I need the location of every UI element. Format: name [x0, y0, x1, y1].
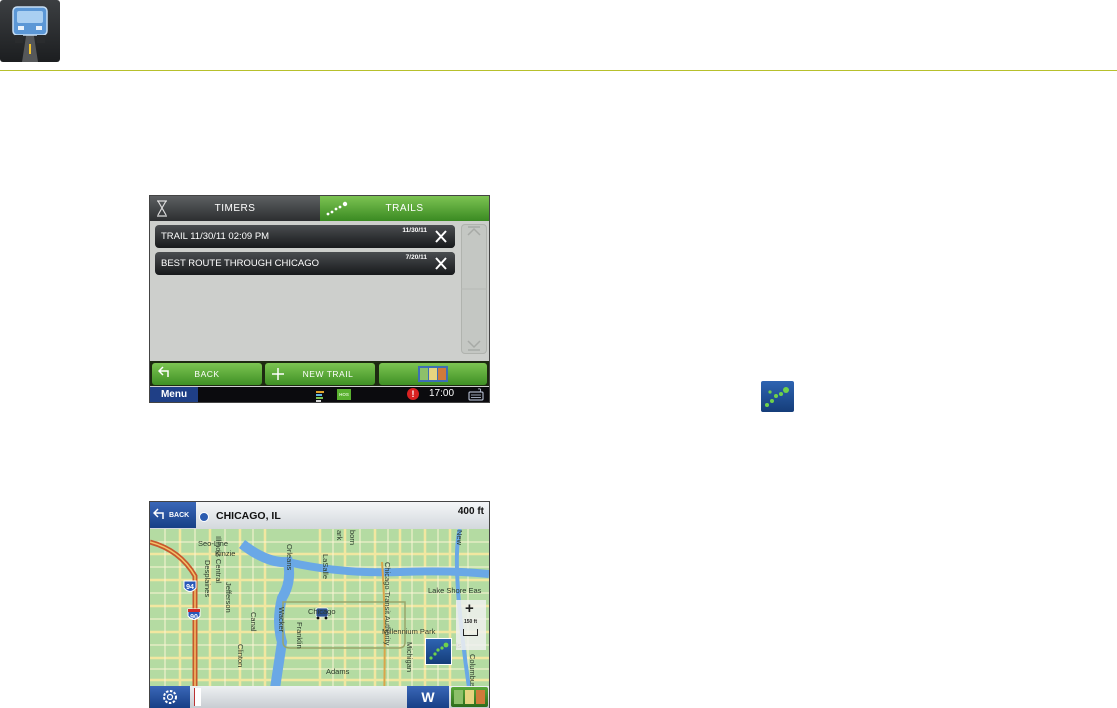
heading-label: W: [421, 689, 435, 705]
road-label: born: [348, 530, 357, 546]
road-label: Millennium Park: [382, 627, 436, 636]
trail-item[interactable]: BEST ROUTE THROUGH CHICAGO 7/20/11: [155, 252, 455, 275]
map-back-label: BACK: [169, 512, 190, 519]
map-header: BACK CHICAGO, IL 400 ft: [150, 502, 489, 529]
tab-trails[interactable]: TRAILS: [320, 196, 489, 221]
plus-icon: [272, 368, 284, 380]
road-label: Jefferson: [224, 582, 233, 613]
trail-dots-icon: [326, 200, 348, 220]
road-label: Columbus: [468, 654, 477, 688]
back-button[interactable]: BACK: [152, 363, 262, 385]
interstate-90-label: 90: [190, 614, 198, 621]
tab-timers-label: TIMERS: [214, 203, 256, 214]
map-location-title: CHICAGO, IL: [216, 510, 281, 522]
alert-icon[interactable]: !: [407, 388, 419, 400]
trail-name: BEST ROUTE THROUGH CHICAGO: [161, 258, 319, 269]
scroll-down-icon[interactable]: [467, 340, 481, 351]
bottom-toolbar: BACK NEW TRAIL: [150, 361, 489, 386]
scroll-up-icon[interactable]: [467, 226, 481, 236]
signal-bars-icon: [316, 389, 324, 402]
close-icon: [435, 257, 447, 270]
road-label: Desplaines: [203, 560, 212, 598]
road-label: Chicago: [308, 607, 336, 616]
compass-heading[interactable]: W: [407, 686, 449, 708]
map-back-button[interactable]: BACK: [150, 502, 196, 528]
tab-trails-label: TRAILS: [385, 203, 424, 214]
trails-screen: TIMERS TRAILS TRAIL 11/30/11 02:09 PM 11…: [150, 196, 489, 402]
road-label: Franklin: [295, 622, 304, 649]
trail-date: 7/20/11: [405, 254, 427, 261]
map-bottom-bar: W: [150, 686, 489, 708]
new-trail-label: NEW TRAIL: [302, 369, 354, 379]
back-button-label: BACK: [194, 369, 220, 379]
hourglass-icon: [156, 200, 168, 220]
trail-dots-icon: [761, 381, 794, 412]
map-canvas[interactable]: 94 90: [150, 502, 489, 708]
map-thumbnail-icon: [454, 690, 485, 704]
back-arrow-icon: [153, 508, 164, 519]
keyboard-icon[interactable]: [468, 388, 484, 401]
map-scale-label: 400 ft: [457, 506, 484, 517]
hos-badge[interactable]: HOS: [337, 389, 351, 400]
road-label: Michigan: [405, 642, 414, 673]
gear-icon: [163, 690, 177, 704]
status-bar: Menu HOS ! 17:00: [150, 387, 489, 402]
clock-time: 17:00: [429, 388, 455, 399]
close-icon: [435, 230, 447, 243]
road-label: Illinois Central: [214, 536, 223, 584]
interstate-94-shield: 94: [183, 580, 197, 592]
trail-name: TRAIL 11/30/11 02:09 PM: [161, 231, 270, 242]
trail-record-button[interactable]: [425, 638, 452, 665]
menu-label: Menu: [160, 389, 188, 400]
back-arrow-icon: [158, 366, 169, 377]
new-trail-button[interactable]: NEW TRAIL: [265, 363, 375, 385]
map-thumbnail-icon: [418, 366, 448, 382]
trail-date: 11/30/11: [402, 227, 427, 234]
scrollbar[interactable]: [461, 224, 487, 354]
road-label: Clinton: [236, 644, 245, 668]
road-label: Canal: [249, 612, 258, 632]
zoom-scale-label: 150 ft: [464, 619, 478, 625]
road-label: LaSalle: [321, 554, 330, 580]
road-label: Adams: [326, 667, 350, 676]
zoom-in-button[interactable]: +: [465, 600, 474, 617]
header-divider: [0, 70, 1117, 71]
settings-button[interactable]: [150, 686, 190, 708]
road-label: New: [455, 530, 464, 546]
zoom-panel: + 150 ft: [456, 600, 486, 650]
truck-road-icon: [0, 0, 60, 62]
road-label: ark: [335, 530, 344, 541]
location-pin-icon: [199, 512, 209, 522]
scale-bracket-icon: [463, 629, 478, 636]
delete-trail-button[interactable]: [427, 252, 455, 275]
delete-trail-button[interactable]: [427, 225, 455, 248]
map-screen: 94 90 Seo-Line Kinzie Desplaines Illinoi…: [150, 502, 489, 708]
trail-item[interactable]: TRAIL 11/30/11 02:09 PM 11/30/11: [155, 225, 455, 248]
road-label: Wacker: [277, 607, 286, 633]
route-progress-marker: [194, 688, 201, 706]
menu-button[interactable]: Menu: [150, 387, 198, 402]
trail-dots-icon: [429, 642, 449, 660]
tab-timers[interactable]: TIMERS: [150, 196, 320, 221]
road-label: Lake Shore Eas: [428, 586, 482, 595]
map-view-button[interactable]: [379, 363, 487, 385]
interstate-94-label: 94: [186, 584, 194, 591]
map-view-button[interactable]: [451, 687, 488, 707]
road-label: Orleans: [285, 544, 294, 571]
